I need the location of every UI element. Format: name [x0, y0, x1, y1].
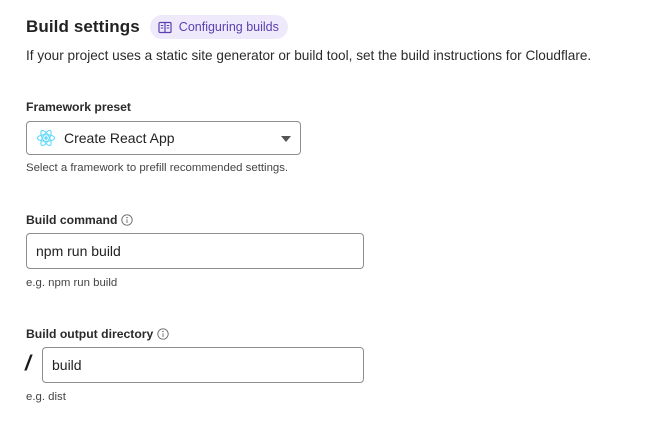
book-icon — [158, 21, 172, 34]
build-output-input[interactable] — [42, 347, 364, 383]
section-description: If your project uses a static site gener… — [26, 48, 592, 63]
build-output-helper: e.g. dist — [26, 391, 66, 403]
info-icon[interactable] — [157, 328, 169, 340]
framework-preset-label: Framework preset — [26, 100, 131, 114]
build-command-label-text: Build command — [26, 213, 118, 227]
framework-preset-value: Create React App — [64, 130, 175, 146]
configuring-builds-link[interactable]: Configuring builds — [149, 15, 288, 39]
build-command-helper: e.g. npm run build — [26, 277, 118, 289]
framework-preset-select[interactable]: Create React App — [26, 121, 301, 155]
build-output-label-text: Build output directory — [26, 327, 154, 341]
info-icon[interactable] — [121, 214, 134, 226]
build-command-label: Build command — [26, 213, 134, 227]
framework-preset-label-text: Framework preset — [26, 100, 131, 114]
build-output-label: Build output directory — [26, 327, 169, 341]
framework-preset-helper: Select a framework to prefill recommende… — [26, 162, 289, 174]
react-icon — [36, 128, 56, 148]
root-path-prefix: / — [25, 352, 31, 375]
doc-link-label: Configuring builds — [178, 20, 279, 34]
build-settings-panel: Build settings Configuring builds If you… — [0, 0, 659, 428]
build-command-input[interactable] — [26, 233, 364, 269]
chevron-down-icon — [281, 136, 291, 142]
section-title: Build settings — [26, 17, 140, 36]
section-header: Build settings Configuring builds — [26, 14, 288, 40]
